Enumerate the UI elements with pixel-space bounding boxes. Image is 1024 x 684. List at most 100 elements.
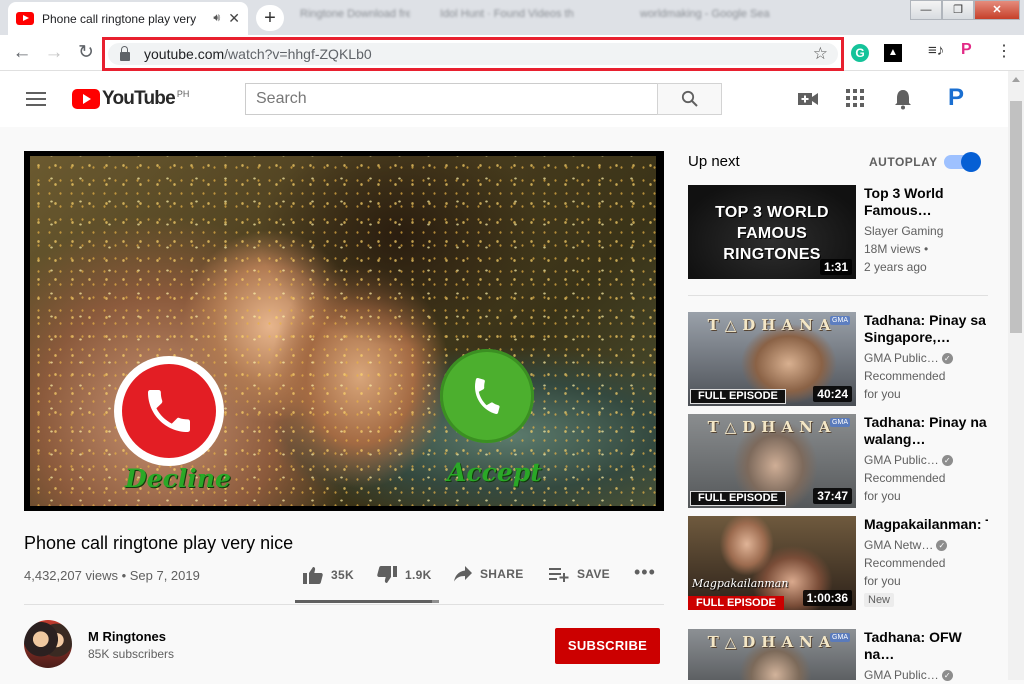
active-tab[interactable]: Phone call ringtone play very 🔊︎ ✕: [8, 2, 248, 35]
video-title[interactable]: Tadhana: Pinay sa Singapore,…: [864, 312, 988, 346]
list-item[interactable]: Top 3 World Famous… Slayer Gaming 18M vi…: [864, 185, 988, 276]
full-episode-badge: FULL EPISODE: [690, 491, 786, 506]
video-duration: 40:24: [813, 386, 852, 402]
channel-name: GMA Netw…: [864, 538, 934, 552]
country-code: PH: [176, 89, 190, 99]
address-bar[interactable]: youtube.com/watch?v=hhgf-ZQKLb0 ☆: [102, 37, 844, 71]
browser-menu-icon[interactable]: ⋮: [996, 41, 1014, 60]
subscribe-button[interactable]: SUBSCRIBE: [555, 628, 660, 664]
maximize-button[interactable]: ❐: [942, 0, 974, 20]
video-title[interactable]: Tadhana: Pinay na walang…: [864, 414, 988, 448]
thumbnail-brand: Magpakailanman: [692, 577, 789, 590]
decline-label: Decline: [125, 464, 231, 493]
thumbs-up-icon: [303, 567, 323, 584]
video-thumbnail[interactable]: Magpakailanman FULL EPISODE 1:00:36: [688, 516, 856, 610]
phone-icon: [148, 390, 190, 432]
video-title[interactable]: Magpakailanman: Teenage girl…: [864, 516, 988, 533]
dislike-button[interactable]: 1.9K: [377, 566, 432, 584]
speaker-icon[interactable]: 🔊︎: [213, 12, 220, 25]
accept-call-button: [440, 349, 534, 443]
list-item[interactable]: Tadhana: Pinay na walang… GMA Public… ✓ R…: [864, 414, 988, 505]
channel-name[interactable]: M Ringtones: [88, 629, 166, 644]
background-tab-1[interactable]: Ringtone Download fre: [300, 8, 410, 28]
logo-wordmark: YouTube: [102, 88, 176, 109]
more-actions-icon[interactable]: •••: [634, 562, 656, 583]
video-player[interactable]: Decline Accept: [24, 151, 664, 511]
video-thumbnail[interactable]: T△DHANA GMA: [688, 629, 856, 680]
channel-name: GMA Public…: [864, 453, 939, 467]
list-item[interactable]: Tadhana: OFW na… GMA Public… ✓: [864, 629, 988, 684]
close-window-button[interactable]: ✕: [974, 0, 1020, 20]
search-icon: [681, 90, 698, 107]
apps-grid-icon[interactable]: [846, 89, 864, 107]
channel-avatar[interactable]: [24, 620, 72, 668]
save-button[interactable]: SAVE: [549, 566, 610, 582]
video-age: 2 years ago: [864, 260, 927, 274]
list-item[interactable]: Tadhana: Pinay sa Singapore,… GMA Public…: [864, 312, 988, 403]
subscriber-count: 85K subscribers: [88, 647, 175, 661]
full-episode-badge: FULL EPISODE: [688, 596, 784, 610]
video-title[interactable]: Tadhana: OFW na…: [864, 629, 988, 663]
minimize-button[interactable]: —: [910, 0, 942, 20]
recommendation-line: Recommended: [864, 369, 946, 383]
back-arrow-icon[interactable]: ←: [8, 39, 36, 67]
like-dislike-bar: [295, 600, 439, 603]
decline-call-button: [114, 356, 224, 466]
tab-title: Phone call ringtone play very: [42, 11, 197, 26]
close-tab-icon[interactable]: ✕: [228, 10, 240, 27]
video-thumbnail[interactable]: T△DHANA GMA FULL EPISODE 40:24: [688, 312, 856, 406]
background-tab-3[interactable]: worldmaking - Google Sea: [640, 8, 790, 28]
video-title[interactable]: Top 3 World Famous…: [864, 185, 988, 219]
browser-toolbar: ← → ↻ youtube.com/watch?v=hhgf-ZQKLb0 ☆ …: [0, 35, 1024, 71]
new-tab-button[interactable]: +: [256, 5, 284, 31]
search-button[interactable]: [657, 83, 722, 115]
recommendation-line: for you: [864, 489, 901, 503]
new-badge: New: [864, 593, 895, 607]
background-tab-2[interactable]: Idol Hunt · Found Videos th: [440, 8, 615, 28]
grammarly-extension-icon[interactable]: G: [851, 44, 869, 62]
profile-extension-icon[interactable]: P: [961, 41, 979, 59]
lock-icon[interactable]: [120, 45, 130, 61]
notifications-bell-icon[interactable]: [894, 89, 912, 110]
share-button[interactable]: SHARE: [454, 566, 524, 582]
video-meta: 4,432,207 views • Sep 7, 2019: [24, 568, 200, 583]
youtube-header: YouTube PH Search P: [0, 71, 1008, 127]
forward-arrow-icon[interactable]: →: [40, 39, 68, 67]
search-input[interactable]: Search: [245, 83, 658, 115]
network-logo-icon: GMA: [830, 316, 850, 325]
extension-icon[interactable]: ▲: [884, 44, 902, 62]
reload-icon[interactable]: ↻: [72, 39, 100, 67]
network-logo-icon: GMA: [830, 633, 850, 642]
channel-name: GMA Public…: [864, 351, 939, 365]
video-views: 18M views •: [864, 242, 929, 256]
video-thumbnail[interactable]: TOP 3 WORLD FAMOUS RINGTONES 1:31: [688, 185, 856, 279]
share-icon: [454, 566, 472, 582]
autoplay-toggle[interactable]: [944, 152, 981, 172]
video-thumbnail[interactable]: T△DHANA GMA FULL EPISODE 37:47: [688, 414, 856, 508]
scroll-up-arrow-icon[interactable]: [1012, 77, 1020, 82]
bookmark-star-icon[interactable]: ☆: [813, 44, 828, 64]
accept-label: Accept: [447, 458, 542, 487]
thumbnail-text: TOP 3 WORLD FAMOUS RINGTONES: [715, 204, 829, 263]
video-duration: 1:00:36: [802, 590, 852, 606]
channel-name: Slayer Gaming: [864, 224, 944, 238]
media-queue-icon[interactable]: ≡♪: [928, 42, 946, 60]
create-video-icon[interactable]: [797, 89, 819, 109]
recommendation-line: Recommended: [864, 556, 946, 570]
youtube-play-icon: [72, 89, 100, 109]
youtube-logo[interactable]: YouTube PH: [72, 89, 189, 109]
account-avatar[interactable]: P: [948, 84, 964, 112]
page-scrollbar[interactable]: [1008, 71, 1024, 680]
browser-tab-strip: Phone call ringtone play very 🔊︎ ✕ + Rin…: [0, 0, 1024, 35]
scrollbar-thumb[interactable]: [1010, 101, 1022, 333]
menu-icon[interactable]: [26, 92, 46, 106]
list-item[interactable]: Magpakailanman: Teenage girl… GMA Netw…✓…: [864, 516, 988, 608]
dislike-count: 1.9K: [405, 568, 432, 582]
like-button[interactable]: 35K: [303, 566, 354, 584]
url-text[interactable]: youtube.com/watch?v=hhgf-ZQKLb0: [144, 46, 372, 62]
full-episode-badge: FULL EPISODE: [690, 389, 786, 404]
video-duration: 37:47: [813, 488, 852, 504]
autoplay-label: AUTOPLAY: [869, 155, 938, 169]
recommendation-line: for you: [864, 387, 901, 401]
video-title: Phone call ringtone play very nice: [24, 533, 294, 553]
